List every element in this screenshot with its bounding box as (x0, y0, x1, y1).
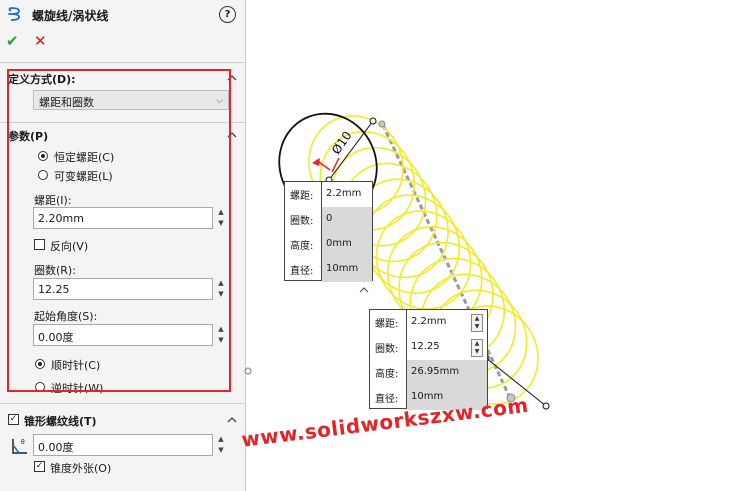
callout-key: 螺距: (290, 191, 314, 202)
handle-point (542, 402, 550, 410)
callout-value-cell[interactable]: 12.25 ▲ ▼ (407, 335, 487, 360)
divider (0, 122, 246, 123)
arrow-head-icon (312, 158, 320, 166)
radio-constant-pitch-label: 恒定螺距(C) (54, 151, 115, 164)
revolutions-label: 圈数(R): (34, 264, 76, 277)
radio-dot[interactable] (35, 359, 45, 369)
cancel-x-icon[interactable]: ✕ (34, 32, 47, 50)
revolutions-mini-spinner[interactable]: ▲ ▼ (471, 339, 483, 357)
pitch-label: 螺距(I): (34, 194, 72, 207)
collapse-define-icon[interactable] (227, 73, 237, 83)
panel-title: 螺旋线/涡状线 (32, 9, 109, 23)
callout-key: 圈数: (290, 216, 314, 227)
callout-row: 高度: 26.95mm (370, 360, 487, 385)
callout-value: 26.95mm (411, 366, 460, 377)
divider (0, 62, 246, 63)
start-angle-input[interactable]: 0.00度 (33, 324, 213, 346)
title-row: 螺旋线/涡状线 ? (6, 6, 238, 24)
start-angle-value: 0.00度 (38, 331, 74, 344)
define-by-dropdown[interactable]: 螺距和圈数 ⌵ (33, 90, 229, 110)
radio-counterclockwise-label: 逆时针(W) (51, 382, 104, 395)
callout-key: 高度: (290, 241, 314, 252)
callout-value-cell[interactable]: 2.2mm ▲ ▼ (407, 310, 487, 335)
chevron-down-icon: ⌵ (216, 96, 223, 106)
parameters-header[interactable]: 参数(P) (8, 128, 48, 144)
radio-dot[interactable] (38, 170, 48, 180)
axis-endpoint (378, 120, 386, 128)
radio-variable-pitch-label: 可变螺距(L) (54, 170, 113, 183)
taper-angle-value: 0.00度 (38, 441, 74, 454)
define-by-header[interactable]: 定义方式(D): (8, 71, 76, 87)
callout-row: 高度: 0mm (285, 232, 372, 257)
collapse-taper-icon[interactable] (227, 415, 237, 425)
callout-row: 直径: 10mm (285, 257, 372, 282)
callout-key: 圈数: (375, 344, 399, 355)
callout-row: 圈数: 12.25 ▲ ▼ (370, 335, 487, 360)
callout-value: 10mm (326, 263, 359, 274)
callout-key: 螺距: (375, 319, 399, 330)
start-callout[interactable]: 螺距: 2.2mm 圈数: 0 高度: 0mm 直径: 10mm (284, 181, 373, 282)
property-manager: 螺旋线/涡状线 ? ✔ ✕ 定义方式(D): 螺距和圈数 ⌵ 参数(P) 恒定螺… (0, 0, 252, 491)
radio-dot[interactable] (35, 382, 45, 392)
pitch-value: 2.20mm (38, 212, 84, 225)
revolutions-input[interactable]: 12.25 (33, 278, 213, 300)
callout-value: 10mm (411, 391, 444, 402)
callout-value-cell: 10mm (322, 257, 372, 282)
taper-angle-spinner[interactable]: ▲ ▼ (216, 434, 226, 456)
reverse-label: 反向(V) (50, 240, 89, 253)
taper-angle-input[interactable]: 0.00度 (33, 434, 213, 456)
callout-value: 0 (326, 213, 333, 224)
callout-value-cell: 26.95mm (407, 360, 487, 385)
caret-marker-icon (359, 287, 369, 293)
pitch-mini-spinner[interactable]: ▲ ▼ (471, 314, 483, 332)
start-angle-label: 起始角度(S): (34, 310, 98, 323)
helix-feature-icon (8, 7, 20, 21)
collapse-params-icon[interactable] (227, 130, 237, 140)
checkbox-box[interactable]: ✓ (8, 414, 19, 425)
checkbox-box[interactable]: ✓ (34, 461, 45, 472)
callout-value: 2.2mm (326, 188, 362, 199)
ok-check-icon[interactable]: ✔ (6, 32, 19, 50)
callout-value-cell[interactable]: 2.2mm (322, 182, 372, 207)
callout-key: 直径: (290, 266, 314, 277)
callout-row: 圈数: 0 (285, 207, 372, 232)
handle-point (369, 117, 377, 125)
callout-key: 直径: (375, 394, 399, 405)
radio-dot[interactable] (38, 151, 48, 161)
pitch-spinner[interactable]: ▲ ▼ (216, 207, 226, 229)
callout-row: 螺距: 2.2mm ▲ ▼ (370, 310, 487, 335)
callout-key: 高度: (375, 369, 399, 380)
checkbox-box[interactable] (34, 239, 45, 250)
callout-value: 2.2mm (411, 316, 447, 327)
callout-value-cell: 0 (322, 207, 372, 232)
help-icon[interactable]: ? (219, 6, 236, 23)
taper-outward-label: 锥度外张(O) (50, 462, 112, 475)
callout-value: 12.25 (411, 341, 440, 352)
callout-value: 0mm (326, 238, 352, 249)
revolutions-value: 12.25 (38, 283, 70, 296)
start-angle-spinner[interactable]: ▲ ▼ (216, 324, 226, 346)
revolutions-spinner[interactable]: ▲ ▼ (216, 278, 226, 300)
pitch-input[interactable]: 2.20mm (33, 207, 213, 229)
divider (0, 403, 246, 404)
taper-header: 锥形螺纹线(T) (24, 415, 97, 428)
radio-clockwise-label: 顺时针(C) (51, 359, 101, 372)
callout-row: 螺距: 2.2mm (285, 182, 372, 207)
callout-value-cell: 0mm (322, 232, 372, 257)
define-by-selected: 螺距和圈数 (39, 96, 94, 109)
end-callout[interactable]: 螺距: 2.2mm ▲ ▼ 圈数: 12.25 ▲ ▼ 高度: 26.95mm 直径… (369, 309, 488, 410)
svg-text:θ: θ (21, 439, 25, 446)
taper-angle-icon: θ (12, 439, 27, 454)
